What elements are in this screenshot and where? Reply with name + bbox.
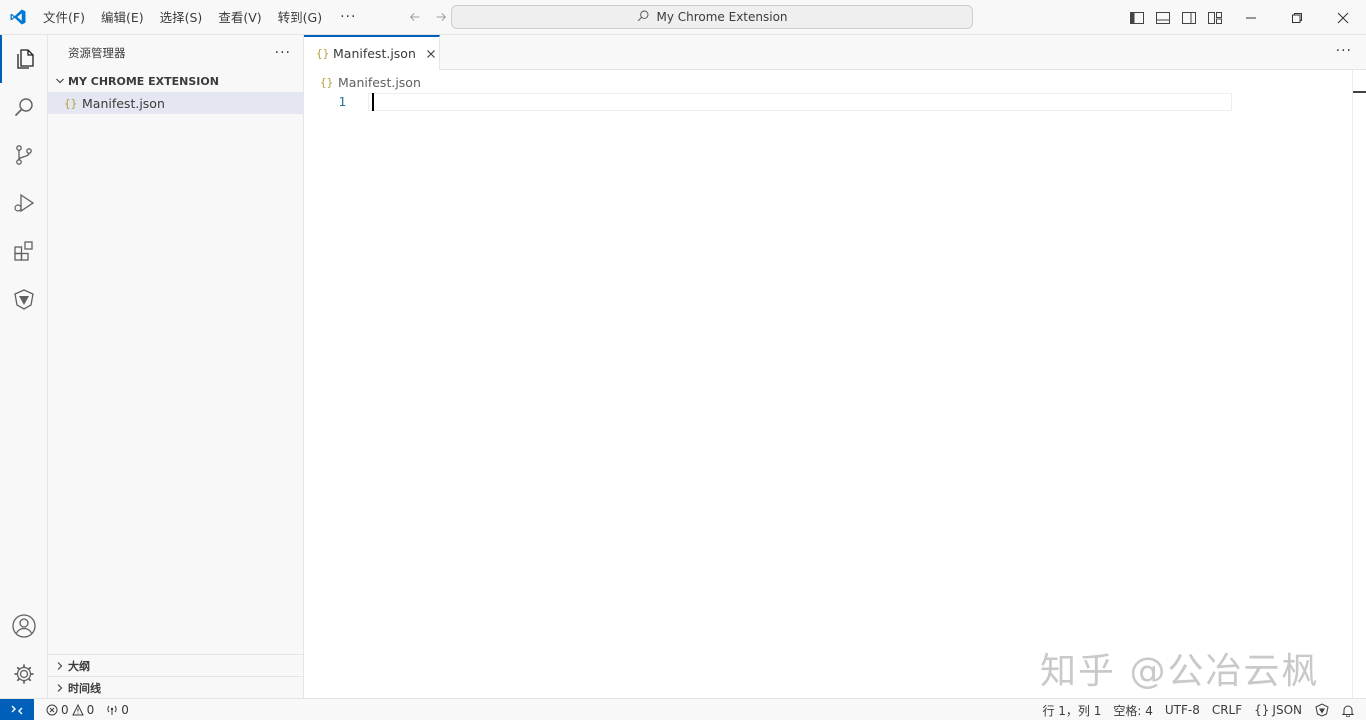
folder-section-header[interactable]: MY CHROME EXTENSION [48, 70, 303, 92]
error-count: 0 [61, 702, 69, 717]
menu-more-button[interactable]: ··· [330, 9, 366, 25]
file-name: Manifest.json [82, 95, 165, 111]
line-number: 1 [338, 94, 346, 109]
breadcrumb[interactable]: {} Manifest.json [320, 71, 421, 93]
outline-label: 大纲 [68, 659, 90, 673]
close-window-icon[interactable] [1320, 0, 1366, 35]
indentation[interactable]: 空格: 4 [1109, 702, 1157, 719]
ports-indicator[interactable]: 0 [102, 703, 133, 717]
search-view-icon[interactable] [0, 83, 48, 131]
ports-count: 0 [121, 702, 129, 717]
bell-icon[interactable] [1338, 704, 1358, 717]
copilot-icon[interactable] [1310, 703, 1334, 717]
remote-indicator[interactable] [0, 698, 34, 720]
back-arrow-icon[interactable] [406, 8, 424, 26]
json-file-icon: {} [64, 96, 78, 110]
gear-icon[interactable] [0, 650, 48, 698]
remote-explorer-icon[interactable] [0, 275, 48, 323]
watermark: 知乎 @公冶云枫 [1040, 651, 1320, 692]
editor-more-button[interactable]: ··· [1336, 35, 1352, 70]
file-tree-item[interactable]: {} Manifest.json [48, 92, 303, 114]
restore-icon[interactable] [1274, 0, 1320, 35]
language-mode[interactable]: {} JSON [1250, 703, 1306, 717]
folder-name: MY CHROME EXTENSION [68, 74, 219, 88]
timeline-label: 时间线 [68, 681, 101, 695]
source-control-icon[interactable] [0, 131, 48, 179]
broadcast-icon [107, 705, 117, 715]
accounts-icon[interactable] [0, 602, 48, 650]
close-icon[interactable] [424, 46, 439, 62]
json-file-icon: {} [320, 75, 334, 89]
remote-icon [11, 705, 23, 714]
menu-view[interactable]: 查看(V) [210, 0, 269, 35]
menu-go[interactable]: 转到(G) [270, 0, 330, 35]
toggle-panel-icon[interactable] [1152, 7, 1174, 29]
warning-icon [71, 703, 84, 715]
toggle-secondary-sidebar-icon[interactable] [1178, 7, 1200, 29]
sidebar-more-button[interactable]: ··· [275, 45, 291, 61]
extensions-icon[interactable] [0, 227, 48, 275]
tab-label: Manifest.json [333, 46, 416, 61]
menu-selection[interactable]: 选择(S) [152, 0, 211, 35]
warning-count: 0 [86, 702, 95, 717]
minimize-icon[interactable] [1228, 0, 1274, 35]
explorer-icon[interactable] [0, 35, 48, 83]
search-icon [636, 9, 650, 26]
menu-file[interactable]: 文件(F) [35, 0, 93, 35]
tab-manifest-json[interactable]: {} Manifest.json [304, 35, 440, 70]
toggle-primary-sidebar-icon[interactable] [1126, 7, 1148, 29]
customize-layout-icon[interactable] [1204, 7, 1226, 29]
error-icon [46, 704, 58, 715]
scrollbar-cursor-marker [1353, 91, 1366, 93]
activity-bar [0, 35, 48, 698]
cursor-position[interactable]: 行 1，列 1 [1038, 702, 1105, 719]
encoding[interactable]: UTF-8 [1161, 703, 1204, 717]
json-file-icon: {} [316, 47, 330, 60]
current-line-highlight [368, 93, 1232, 111]
timeline-section-header[interactable]: 时间线 [48, 676, 303, 698]
code-editor[interactable]: 1 [304, 93, 1352, 698]
breadcrumb-file: Manifest.json [338, 74, 421, 90]
language-label: JSON [1272, 703, 1302, 717]
outline-section-header[interactable]: 大纲 [48, 654, 303, 676]
chevron-right-icon [52, 680, 68, 696]
forward-arrow-icon[interactable] [432, 8, 450, 26]
sidebar-title: 资源管理器 [68, 45, 126, 60]
vscode-logo-icon [0, 0, 35, 35]
run-debug-icon[interactable] [0, 179, 48, 227]
problems-indicator[interactable]: 0 0 [42, 703, 98, 717]
chevron-down-icon [52, 73, 68, 89]
json-language-icon: {} [1254, 703, 1270, 717]
text-cursor [372, 93, 374, 111]
status-bar: 0 0 0 行 1，列 1 空格: 4 UTF-8 CRLF {} JSON [0, 698, 1366, 720]
menu-bar: 文件(F) 编辑(E) 选择(S) 查看(V) 转到(G) ··· [35, 0, 366, 35]
end-of-line[interactable]: CRLF [1208, 703, 1246, 717]
editor-scrollbar[interactable] [1352, 70, 1366, 698]
command-center[interactable]: My Chrome Extension [451, 5, 973, 29]
menu-edit[interactable]: 编辑(E) [93, 0, 152, 35]
chevron-right-icon [52, 658, 68, 674]
title-bar: 文件(F) 编辑(E) 选择(S) 查看(V) 转到(G) ··· My Chr… [0, 0, 1366, 35]
command-center-text: My Chrome Extension [656, 10, 788, 24]
editor-tabs: {} Manifest.json ··· [304, 35, 1366, 70]
explorer-sidebar: 资源管理器 ··· MY CHROME EXTENSION {} Manifes… [48, 35, 304, 698]
